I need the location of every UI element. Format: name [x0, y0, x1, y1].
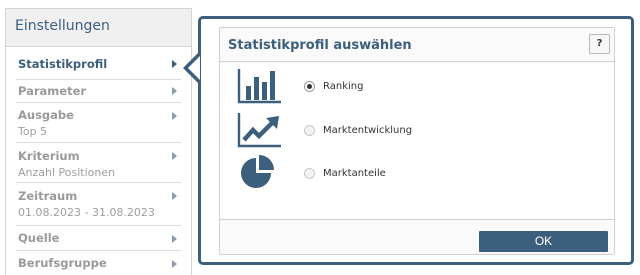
sidebar-item-parameter[interactable]: Parameter — [16, 80, 181, 103]
dialog-header: Statistikprofil auswählen ? — [220, 28, 614, 62]
sidebar-item-statistikprofil[interactable]: Statistikprofil — [16, 47, 181, 80]
bar-chart-icon — [237, 69, 281, 104]
ok-button[interactable]: OK — [479, 231, 608, 252]
option-label-marktanteile[interactable]: Marktanteile — [323, 168, 386, 179]
dialog-footer: OK — [220, 219, 614, 254]
sidebar-title: Einstellungen — [6, 9, 191, 47]
chevron-right-icon — [172, 152, 177, 160]
dialog-body: Ranking Marktentwicklung Marktanteile — [220, 63, 614, 219]
dialog-panel: Statistikprofil auswählen ? Ranking Mark… — [219, 27, 615, 255]
sidebar-item-label: Quelle — [18, 231, 60, 245]
radio-marktanteile[interactable] — [304, 168, 315, 179]
chevron-right-icon — [172, 112, 177, 120]
sidebar-item-quelle[interactable]: Quelle — [16, 226, 181, 251]
option-label-marktentwicklung[interactable]: Marktentwicklung — [323, 125, 412, 136]
chevron-right-icon — [172, 235, 177, 243]
sidebar-item-value: Top 5 — [18, 125, 48, 138]
sidebar-item-label: Statistikprofil — [18, 57, 108, 71]
sidebar-item-value: 01.08.2023 - 31.08.2023 — [18, 206, 155, 219]
option-label-ranking[interactable]: Ranking — [323, 81, 363, 92]
sidebar-item-kriterium[interactable]: Kriterium Anzahl Positionen — [16, 143, 181, 183]
sidebar-item-label: Ausgabe — [18, 108, 74, 122]
chevron-right-icon — [172, 260, 177, 268]
sidebar-item-label: Kriterium — [18, 149, 80, 163]
sidebar-item-ausgabe[interactable]: Ausgabe Top 5 — [16, 103, 181, 143]
sidebar-item-value: Anzahl Positionen — [18, 166, 116, 179]
trend-chart-icon — [237, 113, 281, 148]
sidebar-item-berufsgruppe[interactable]: Berufsgruppe — [16, 251, 181, 275]
sidebar-item-label: Parameter — [18, 84, 87, 98]
help-button[interactable]: ? — [589, 34, 610, 54]
sidebar-item-label: Berufsgruppe — [18, 256, 107, 270]
chevron-right-icon — [172, 192, 177, 200]
popover-pointer-fill — [188, 56, 200, 80]
chevron-right-icon — [172, 60, 177, 68]
settings-sidebar: Einstellungen Statistikprofil Parameter … — [5, 8, 192, 275]
sidebar-item-label: Zeitraum — [18, 189, 78, 203]
statistikprofil-dialog: Statistikprofil auswählen ? Ranking Mark… — [198, 16, 634, 265]
radio-ranking[interactable] — [304, 81, 315, 92]
sidebar-item-zeitraum[interactable]: Zeitraum 01.08.2023 - 31.08.2023 — [16, 183, 181, 226]
pie-chart-icon — [241, 155, 274, 188]
dialog-title: Statistikprofil auswählen — [228, 38, 412, 53]
radio-marktentwicklung[interactable] — [304, 125, 315, 136]
chevron-right-icon — [172, 87, 177, 95]
